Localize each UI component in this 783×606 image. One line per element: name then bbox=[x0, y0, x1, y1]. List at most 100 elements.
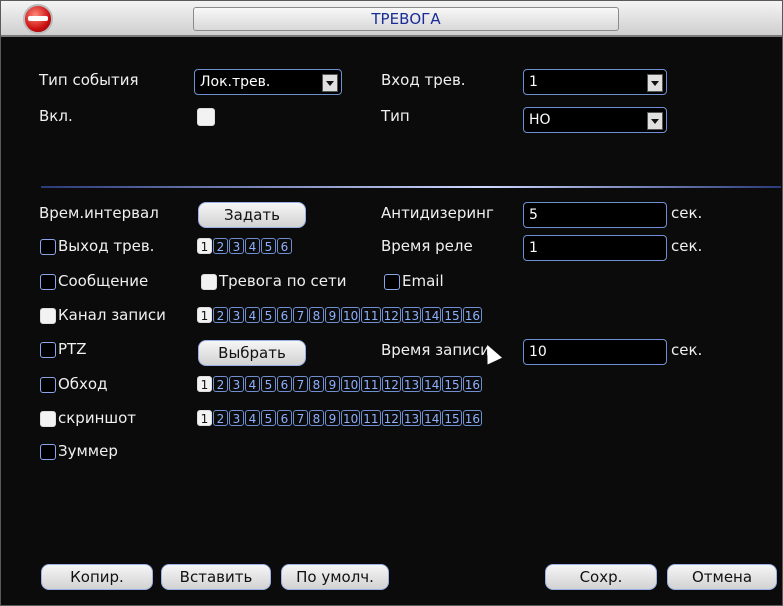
net-alarm-checkbox[interactable] bbox=[201, 274, 217, 290]
post-record-input[interactable]: 10 bbox=[523, 339, 667, 365]
record-channel-5[interactable]: 5 bbox=[261, 307, 276, 323]
snapshot-channel-15[interactable]: 15 bbox=[442, 410, 462, 426]
record-channel-16[interactable]: 16 bbox=[462, 307, 482, 323]
default-button[interactable]: По умолч. bbox=[281, 564, 389, 590]
snapshot-channel-14[interactable]: 14 bbox=[422, 410, 442, 426]
snapshot-checkbox[interactable] bbox=[40, 411, 56, 427]
ptz-checkbox[interactable] bbox=[40, 342, 56, 358]
tour-channel-5[interactable]: 5 bbox=[261, 376, 276, 392]
email-label: Email bbox=[402, 272, 444, 290]
type-label: Тип bbox=[381, 107, 410, 125]
debounce-value: 5 bbox=[529, 207, 538, 223]
alarm-out-channel-5[interactable]: 5 bbox=[261, 238, 276, 254]
record-channel-3[interactable]: 3 bbox=[229, 307, 244, 323]
event-type-label: Тип события bbox=[39, 71, 139, 89]
chevron-down-icon[interactable] bbox=[322, 74, 338, 92]
snapshot-channel-2[interactable]: 2 bbox=[213, 410, 228, 426]
snapshot-channel-3[interactable]: 3 bbox=[229, 410, 244, 426]
alarm-out-channel-3[interactable]: 3 bbox=[229, 238, 244, 254]
alarm-in-select[interactable]: 1 bbox=[523, 69, 667, 95]
tour-checkbox[interactable] bbox=[40, 377, 56, 393]
tour-channel-9[interactable]: 9 bbox=[325, 376, 340, 392]
alarm-out-channel-2[interactable]: 2 bbox=[213, 238, 228, 254]
record-channel-2[interactable]: 2 bbox=[213, 307, 228, 323]
debounce-input[interactable]: 5 bbox=[523, 202, 667, 228]
tour-channel-2[interactable]: 2 bbox=[213, 376, 228, 392]
snapshot-channel-6[interactable]: 6 bbox=[277, 410, 292, 426]
record-channel-7[interactable]: 7 bbox=[293, 307, 308, 323]
latch-value: 1 bbox=[529, 240, 538, 256]
record-channel-9[interactable]: 9 bbox=[325, 307, 340, 323]
alarm-out-channel-6[interactable]: 6 bbox=[277, 238, 292, 254]
record-channel-13[interactable]: 13 bbox=[401, 307, 422, 323]
buzzer-checkbox[interactable] bbox=[40, 444, 56, 460]
record-channel-14[interactable]: 14 bbox=[422, 307, 442, 323]
ptz-label: PTZ bbox=[58, 340, 87, 358]
tour-channel-15[interactable]: 15 bbox=[442, 376, 462, 392]
post-record-label: Время записи bbox=[381, 341, 490, 359]
snapshot-channel-8[interactable]: 8 bbox=[309, 410, 324, 426]
alarm-out-checkbox[interactable] bbox=[40, 239, 56, 255]
chevron-down-icon[interactable] bbox=[647, 112, 663, 130]
tour-channel-3[interactable]: 3 bbox=[229, 376, 244, 392]
snapshot-channels: 1 2 3 4 5 6 7 8 9 10 11 12 13 14 15 16 bbox=[197, 410, 482, 428]
tour-label: Обход bbox=[58, 375, 108, 393]
post-record-value: 10 bbox=[529, 344, 547, 360]
record-channel-12[interactable]: 12 bbox=[381, 307, 401, 323]
buzzer-label: Зуммер bbox=[58, 442, 118, 460]
record-channel-4[interactable]: 4 bbox=[245, 307, 260, 323]
net-alarm-label: Тревога по сети bbox=[219, 272, 347, 290]
tour-channel-10[interactable]: 10 bbox=[341, 376, 361, 392]
snapshot-channel-12[interactable]: 12 bbox=[381, 410, 401, 426]
record-channel-1[interactable]: 1 bbox=[197, 307, 212, 323]
alarm-out-channels: 123456 bbox=[197, 238, 292, 256]
tour-channel-11[interactable]: 11 bbox=[361, 376, 381, 392]
chevron-down-icon[interactable] bbox=[647, 74, 663, 92]
record-channel-11[interactable]: 11 bbox=[361, 307, 381, 323]
tour-channel-6[interactable]: 6 bbox=[277, 376, 292, 392]
record-channel-6[interactable]: 6 bbox=[277, 307, 292, 323]
alarm-in-value: 1 bbox=[529, 74, 538, 90]
paste-button[interactable]: Вставить bbox=[161, 564, 271, 590]
period-set-button[interactable]: Задать bbox=[198, 202, 306, 228]
tour-channel-12[interactable]: 12 bbox=[381, 376, 401, 392]
snapshot-channel-13[interactable]: 13 bbox=[401, 410, 422, 426]
record-channel-15[interactable]: 15 bbox=[442, 307, 462, 323]
type-select[interactable]: НО bbox=[523, 107, 667, 133]
tour-channel-13[interactable]: 13 bbox=[401, 376, 422, 392]
tour-channel-8[interactable]: 8 bbox=[309, 376, 324, 392]
record-channel-checkbox[interactable] bbox=[40, 308, 56, 324]
email-checkbox[interactable] bbox=[384, 274, 400, 290]
snapshot-channel-7[interactable]: 7 bbox=[293, 410, 308, 426]
snapshot-channel-4[interactable]: 4 bbox=[245, 410, 260, 426]
snapshot-channel-9[interactable]: 9 bbox=[325, 410, 340, 426]
tour-channel-4[interactable]: 4 bbox=[245, 376, 260, 392]
record-channel-8[interactable]: 8 bbox=[309, 307, 324, 323]
record-channel-10[interactable]: 10 bbox=[341, 307, 361, 323]
event-type-select[interactable]: Лок.трев. bbox=[194, 69, 342, 95]
alarm-out-channel-1[interactable]: 1 bbox=[197, 238, 212, 254]
alarm-out-channel-4[interactable]: 4 bbox=[245, 238, 260, 254]
ptz-select-button[interactable]: Выбрать bbox=[198, 340, 306, 366]
snapshot-channel-10[interactable]: 10 bbox=[341, 410, 361, 426]
copy-button[interactable]: Копир. bbox=[41, 564, 153, 590]
snapshot-channel-5[interactable]: 5 bbox=[261, 410, 276, 426]
message-checkbox[interactable] bbox=[40, 274, 56, 290]
enable-checkbox[interactable] bbox=[197, 108, 215, 126]
tour-channel-16[interactable]: 16 bbox=[462, 376, 482, 392]
latch-input[interactable]: 1 bbox=[523, 235, 667, 261]
snapshot-channel-16[interactable]: 16 bbox=[462, 410, 482, 426]
tour-channel-7[interactable]: 7 bbox=[293, 376, 308, 392]
enable-label: Вкл. bbox=[39, 107, 73, 125]
snapshot-channel-11[interactable]: 11 bbox=[361, 410, 381, 426]
record-channel-label: Канал записи bbox=[58, 306, 166, 324]
snapshot-channel-1[interactable]: 1 bbox=[197, 410, 212, 426]
cancel-button[interactable]: Отмена bbox=[667, 564, 777, 590]
message-label: Сообщение bbox=[58, 272, 149, 290]
save-button[interactable]: Сохр. bbox=[545, 564, 657, 590]
snapshot-label: скриншот bbox=[58, 409, 137, 427]
tour-channel-14[interactable]: 14 bbox=[422, 376, 442, 392]
tour-channel-1[interactable]: 1 bbox=[197, 376, 212, 392]
latch-unit: сек. bbox=[671, 237, 703, 255]
post-record-unit: сек. bbox=[671, 341, 703, 359]
